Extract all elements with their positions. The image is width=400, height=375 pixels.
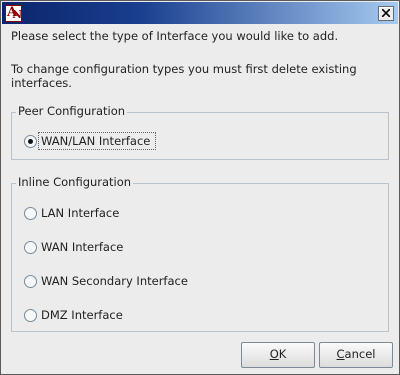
radio-button-checked[interactable]: [24, 135, 37, 148]
prompt-text: Please select the type of Interface you …: [11, 29, 339, 43]
peer-configuration-legend: Peer Configuration: [16, 104, 128, 118]
radio-button[interactable]: [24, 241, 37, 254]
info-text-line2: interfaces.: [11, 76, 72, 90]
radio-button[interactable]: [24, 309, 37, 322]
inline-configuration-group: Inline Configuration LAN Interface WAN I…: [11, 175, 389, 332]
radio-label: WAN Interface: [41, 240, 124, 254]
ok-mnemonic: O: [269, 347, 279, 361]
ok-label-rest: K: [278, 347, 287, 361]
add-interface-dialog: AN Please select the type of Interface y…: [0, 0, 400, 375]
cancel-mnemonic: C: [336, 347, 345, 361]
ok-button[interactable]: OK: [241, 342, 315, 368]
radio-label: LAN Interface: [41, 206, 120, 220]
close-icon: [382, 9, 390, 17]
inline-configuration-legend: Inline Configuration: [16, 175, 134, 189]
app-logo-icon: AN: [5, 5, 23, 22]
title-bar[interactable]: AN: [2, 2, 398, 24]
info-text-line1: To change configuration types you must f…: [11, 62, 357, 76]
radio-label: WAN Secondary Interface: [41, 274, 188, 288]
radio-button[interactable]: [24, 275, 37, 288]
radio-button[interactable]: [24, 207, 37, 220]
cancel-button[interactable]: Cancel: [319, 342, 393, 368]
cancel-label-rest: ancel: [344, 347, 376, 361]
close-button[interactable]: [378, 6, 394, 21]
radio-label: WAN/LAN Interface: [41, 134, 151, 148]
peer-configuration-group: Peer Configuration WAN/LAN Interface: [11, 104, 389, 160]
radio-label: DMZ Interface: [41, 308, 123, 322]
